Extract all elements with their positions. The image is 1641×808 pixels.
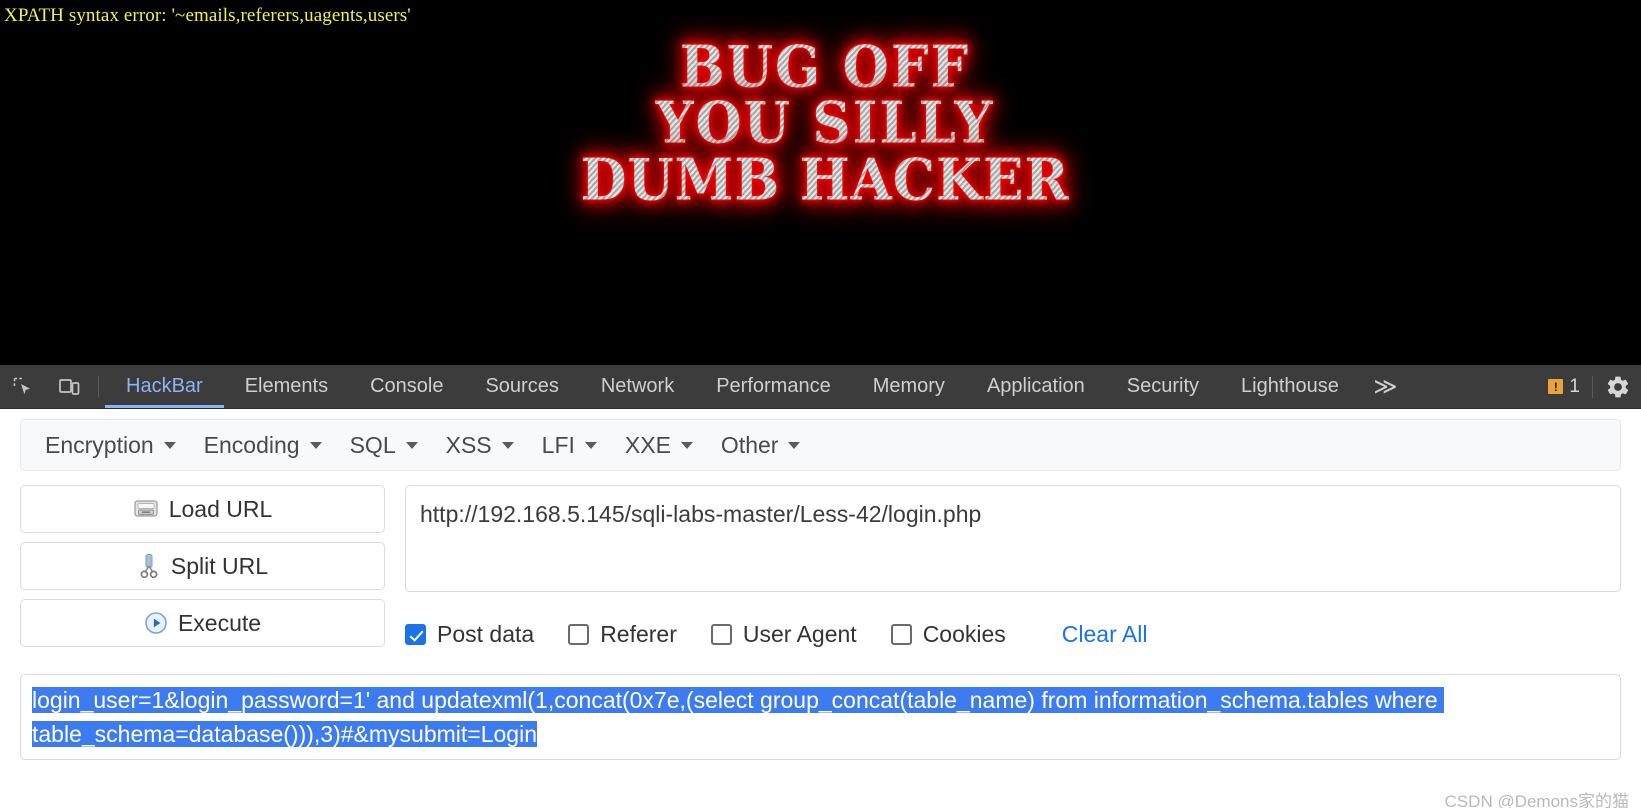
warning-icon: ! (1548, 379, 1564, 394)
menu-xss[interactable]: XSS (432, 432, 528, 459)
menu-sql[interactable]: SQL (336, 432, 432, 459)
browser-page-content: XPATH syntax error: '~emails,referers,ua… (0, 0, 1641, 365)
tab-label: Application (986, 375, 1085, 397)
menu-encoding[interactable]: Encoding (190, 432, 336, 459)
post-data-value: login_user=1&login_password=1' and updat… (32, 687, 1445, 747)
toolbar-divider (98, 376, 99, 397)
tab-elements[interactable]: Elements (224, 365, 349, 408)
url-input[interactable] (405, 485, 1621, 592)
tab-application[interactable]: Application (966, 365, 1106, 408)
settings-gear-icon[interactable] (1605, 374, 1631, 400)
chevron-down-icon (680, 441, 693, 449)
devtools-panel: HackBar Elements Console Sources Network… (0, 365, 1641, 808)
tab-label: Sources (485, 375, 559, 397)
banner-line-1: BUG OFF (545, 38, 1105, 96)
warning-count: 1 (1569, 375, 1580, 397)
play-circle-icon (144, 611, 168, 635)
tab-label: Console (370, 375, 444, 397)
tab-hackbar[interactable]: HackBar (105, 365, 224, 408)
tab-label: Elements (244, 375, 329, 397)
tab-security[interactable]: Security (1106, 365, 1220, 408)
menu-label: LFI (541, 431, 575, 458)
chevron-down-icon (584, 441, 597, 449)
load-url-button[interactable]: Load URL (20, 485, 385, 533)
execute-button[interactable]: Execute (20, 599, 385, 647)
more-tabs-chevron-icon[interactable]: ≫ (1360, 365, 1408, 408)
checkbox-box[interactable] (568, 624, 590, 645)
hackbar-options-row: Post data Referer User Agent Cookies Cle… (405, 621, 1621, 648)
menu-other[interactable]: Other (707, 432, 815, 459)
devtools-tabbar-right: ! 1 (1548, 365, 1641, 408)
devtools-tab-list: HackBar Elements Console Sources Network… (105, 365, 1360, 408)
menu-label: Other (720, 431, 779, 458)
user-agent-checkbox[interactable]: User Agent (710, 621, 857, 648)
checkbox-box[interactable] (890, 624, 912, 645)
checkbox-box[interactable] (405, 624, 426, 645)
devtools-tabbar: HackBar Elements Console Sources Network… (0, 365, 1641, 409)
hackbar-action-buttons: Load URL Split URL Execute (20, 485, 385, 656)
scissors-icon (137, 553, 161, 579)
menu-encryption[interactable]: Encryption (31, 432, 190, 459)
tab-network[interactable]: Network (580, 365, 695, 408)
checkbox-box[interactable] (710, 624, 732, 645)
menu-label: Encoding (203, 431, 300, 458)
button-label: Execute (177, 609, 262, 636)
hackbar-panel: Encryption Encoding SQL XSS LFI XXE Othe… (0, 419, 1641, 808)
hackbar-body: Load URL Split URL Execute http://192.16… (20, 485, 1621, 656)
menu-lfi[interactable]: LFI (528, 432, 611, 459)
tab-label: Network (600, 375, 675, 397)
split-url-button[interactable]: Split URL (20, 542, 385, 590)
warning-badge[interactable]: ! 1 (1548, 376, 1580, 398)
post-data-section: login_user=1&login_password=1' and updat… (20, 674, 1621, 760)
menu-label: SQL (349, 431, 396, 458)
checkbox-label: Referer (600, 621, 677, 647)
referer-checkbox[interactable]: Referer (568, 621, 677, 648)
tab-console[interactable]: Console (349, 365, 464, 408)
clear-all-link[interactable]: Clear All (1062, 621, 1148, 648)
menu-label: Encryption (45, 431, 154, 458)
checkbox-label: Cookies (922, 621, 1006, 647)
cookies-checkbox[interactable]: Cookies (890, 621, 1006, 648)
chevron-down-icon (501, 441, 514, 449)
tab-label: Security (1126, 375, 1200, 397)
toolbar-divider (1592, 375, 1593, 398)
hackbar-url-section: Post data Referer User Agent Coo (405, 485, 1621, 656)
menu-label: XXE (624, 431, 671, 458)
banner-line-3: DUMB HACKER (545, 151, 1105, 209)
checkbox-label: User Agent (742, 621, 857, 647)
tab-memory[interactable]: Memory (852, 365, 966, 408)
tab-lighthouse[interactable]: Lighthouse (1220, 365, 1360, 408)
menu-xxe[interactable]: XXE (611, 432, 707, 459)
button-label: Load URL (168, 495, 273, 522)
chevron-down-icon (309, 441, 322, 449)
inspect-element-icon[interactable] (0, 365, 46, 408)
chevron-down-icon (405, 441, 418, 449)
screenshot-root: XPATH syntax error: '~emails,referers,ua… (0, 0, 1641, 808)
xpath-error-message: XPATH syntax error: '~emails,referers,ua… (4, 5, 411, 26)
tab-label: Lighthouse (1241, 375, 1339, 397)
tab-performance[interactable]: Performance (695, 365, 852, 408)
tab-label: Performance (716, 375, 831, 397)
checkbox-label: Post data (437, 621, 535, 647)
button-label: Split URL (170, 552, 269, 579)
menu-label: XSS (445, 431, 492, 458)
post-data-checkbox[interactable]: Post data (405, 621, 534, 648)
banner-line-2: YOU SILLY (545, 95, 1105, 153)
post-data-input[interactable]: login_user=1&login_password=1' and updat… (20, 674, 1621, 760)
hackbar-menubar: Encryption Encoding SQL XSS LFI XXE Othe… (20, 419, 1621, 471)
tab-label: HackBar (126, 375, 203, 397)
disk-drive-icon (133, 498, 159, 520)
chevron-down-icon (788, 441, 801, 449)
bug-off-banner-graphic: BUG OFF YOU SILLY DUMB HACKER (545, 38, 1105, 209)
chevron-down-icon (163, 441, 176, 449)
tab-label: Memory (872, 375, 945, 397)
device-toolbar-icon[interactable] (46, 365, 92, 408)
tab-sources[interactable]: Sources (464, 365, 579, 408)
csdn-watermark: CSDN @Demons家的猫 (1444, 792, 1629, 808)
